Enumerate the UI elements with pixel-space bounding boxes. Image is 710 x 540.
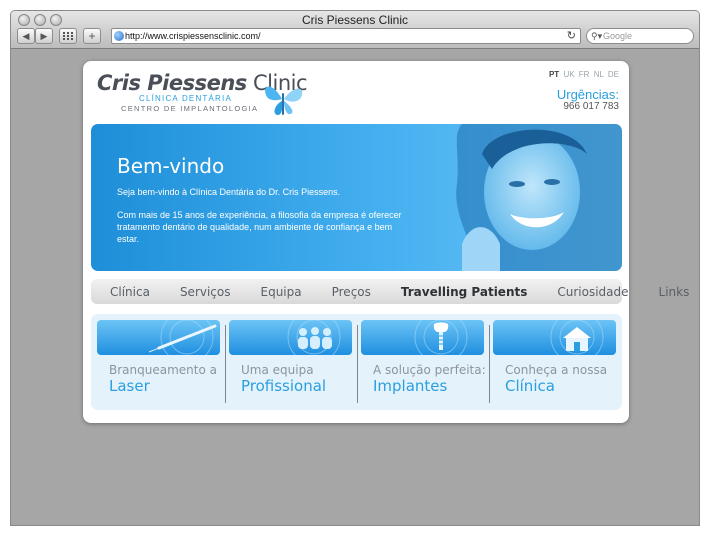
menu-item-equipa[interactable]: Equipa: [246, 285, 317, 299]
feature-line1: Branqueamento a: [109, 363, 217, 377]
grid-icon: [63, 32, 73, 40]
feature-divider: [489, 325, 490, 403]
feature-divider: [357, 325, 358, 403]
hero-description-text: Com mais de 15 anos de experiência, a fi…: [117, 210, 402, 244]
hero-title: Bem-vindo: [117, 154, 225, 178]
tooth-implant-icon: [414, 320, 468, 355]
url-text: http://www.crispiessensclinic.com/: [125, 31, 261, 41]
feature-line1: Conheça a nossa: [505, 363, 608, 377]
menu-item-servicos[interactable]: Serviços: [165, 285, 246, 299]
feature-line2: Laser: [109, 377, 150, 395]
feature-divider: [225, 325, 226, 403]
feature-implantes[interactable]: A solução perfeita: Implantes: [361, 314, 486, 402]
feature-banner: [493, 320, 616, 355]
search-placeholder: Google: [603, 31, 633, 41]
bookmarks-grid-button[interactable]: [59, 28, 77, 44]
feature-line2: Clínica: [505, 377, 555, 395]
search-field[interactable]: ⚲▾ Google: [586, 28, 694, 44]
features-panel: Branqueamento a Laser Uma equipa Profiss…: [91, 314, 622, 410]
back-button[interactable]: ◀: [17, 28, 35, 44]
laser-pen-icon: [148, 320, 217, 355]
clinic-logo[interactable]: Cris Piessens Clinic CLÍNICA DENTÁRIA CE…: [97, 71, 308, 115]
feature-banner: [229, 320, 352, 355]
feature-line1: Uma equipa: [241, 363, 314, 377]
search-icon: ⚲▾: [591, 31, 603, 41]
team-icon: [287, 320, 341, 355]
hero-banner: Bem-vindo Seja bem-vindo à Clínica Dentá…: [91, 124, 622, 271]
address-bar[interactable]: http://www.crispiessensclinic.com/ ↻: [111, 28, 581, 44]
hero-welcome-text: Seja bem-vindo à Clínica Dentária do Dr.…: [117, 187, 341, 197]
language-pt[interactable]: PT: [549, 70, 559, 79]
language-uk[interactable]: UK: [563, 70, 574, 79]
window-title: Cris Piessens Clinic: [301, 13, 409, 27]
feature-line2: Implantes: [373, 377, 448, 395]
language-fr[interactable]: FR: [579, 70, 590, 79]
add-bookmark-button[interactable]: +: [83, 28, 101, 44]
feature-banner: [361, 320, 484, 355]
urgencias-phone: 966 017 783: [563, 101, 619, 112]
urgencias-label: Urgências:: [556, 87, 619, 102]
reload-button[interactable]: ↻: [567, 29, 576, 43]
language-nl[interactable]: NL: [594, 70, 604, 79]
menu-item-clinica[interactable]: Clínica: [95, 285, 165, 299]
menu-item-travelling-patients[interactable]: Travelling Patients: [386, 285, 542, 299]
logo-name-bold: Cris Piessens: [97, 71, 247, 95]
feature-laser[interactable]: Branqueamento a Laser: [97, 314, 220, 402]
main-menu: Clínica Serviços Equipa Preços Travellin…: [91, 279, 689, 304]
menu-item-links[interactable]: Links: [644, 285, 699, 299]
language-switcher: PT UK FR NL DE: [549, 70, 619, 79]
browser-toolbar: Cris Piessens Clinic ◀ ▶ + http://www.cr…: [11, 11, 699, 49]
language-de[interactable]: DE: [608, 70, 619, 79]
feature-equipa[interactable]: Uma equipa Profissional: [229, 314, 352, 402]
menu-item-curiosidade[interactable]: Curiosidade: [542, 285, 643, 299]
feature-line2: Profissional: [241, 377, 327, 395]
menu-item-precos[interactable]: Preços: [317, 285, 386, 299]
browser-window: Cris Piessens Clinic ◀ ▶ + http://www.cr…: [10, 10, 700, 526]
page-card: Cris Piessens Clinic CLÍNICA DENTÁRIA CE…: [83, 61, 689, 423]
globe-icon: [114, 31, 124, 41]
feature-line1: A solução perfeita:: [373, 363, 486, 377]
forward-button[interactable]: ▶: [35, 28, 53, 44]
feature-banner: [97, 320, 220, 355]
house-icon: [550, 320, 604, 355]
feature-clinica[interactable]: Conheça a nossa Clínica: [493, 314, 616, 402]
smiling-woman-photo: [456, 124, 622, 271]
butterfly-logo-icon: [265, 86, 303, 115]
